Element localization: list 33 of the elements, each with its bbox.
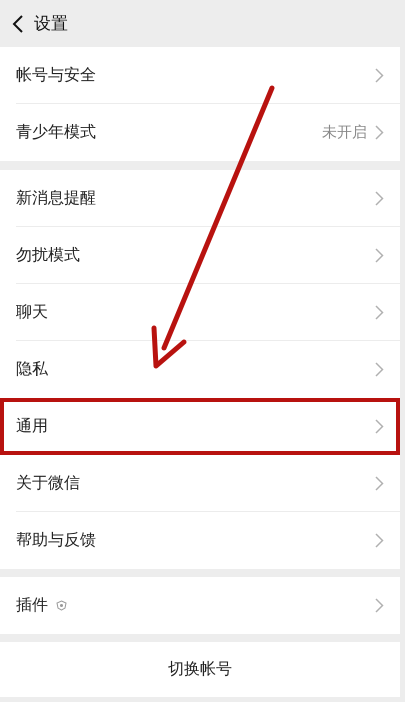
chevron-right-icon bbox=[375, 191, 384, 206]
chevron-right-icon bbox=[375, 68, 384, 83]
settings-row[interactable]: 聊天 bbox=[0, 284, 400, 341]
chevron-right-icon bbox=[375, 533, 384, 548]
settings-row[interactable]: 新消息提醒 bbox=[0, 170, 400, 227]
settings-row[interactable]: 青少年模式 未开启 bbox=[0, 104, 400, 161]
settings-row[interactable]: 通用 bbox=[0, 398, 400, 455]
chevron-right-icon bbox=[375, 598, 384, 613]
row-label: 关于微信 bbox=[16, 473, 80, 494]
row-label: 青少年模式 bbox=[16, 122, 96, 143]
chevron-right-icon bbox=[375, 362, 384, 377]
settings-row[interactable]: 帐号与安全 bbox=[0, 47, 400, 104]
settings-row[interactable]: 帮助与反馈 bbox=[0, 512, 400, 569]
settings-row[interactable]: 隐私 bbox=[0, 341, 400, 398]
back-icon[interactable] bbox=[12, 14, 24, 32]
row-label: 通用 bbox=[16, 416, 48, 437]
chevron-right-icon bbox=[375, 248, 384, 263]
page-title: 设置 bbox=[34, 13, 68, 35]
row-label: 隐私 bbox=[16, 359, 48, 380]
row-label: 插件 bbox=[16, 595, 48, 616]
chevron-right-icon bbox=[375, 125, 384, 140]
settings-row[interactable]: 插件 bbox=[0, 577, 400, 634]
settings-row[interactable]: 关于微信 bbox=[0, 455, 400, 512]
row-label: 帐号与安全 bbox=[16, 65, 96, 86]
row-label: 帮助与反馈 bbox=[16, 530, 96, 551]
row-label: 聊天 bbox=[16, 302, 48, 323]
settings-row[interactable]: 勿扰模式 bbox=[0, 227, 400, 284]
row-value: 未开启 bbox=[322, 123, 367, 142]
chevron-right-icon bbox=[375, 419, 384, 434]
chevron-right-icon bbox=[375, 476, 384, 491]
row-label: 新消息提醒 bbox=[16, 188, 96, 209]
row-label: 勿扰模式 bbox=[16, 245, 80, 266]
chevron-right-icon bbox=[375, 305, 384, 320]
